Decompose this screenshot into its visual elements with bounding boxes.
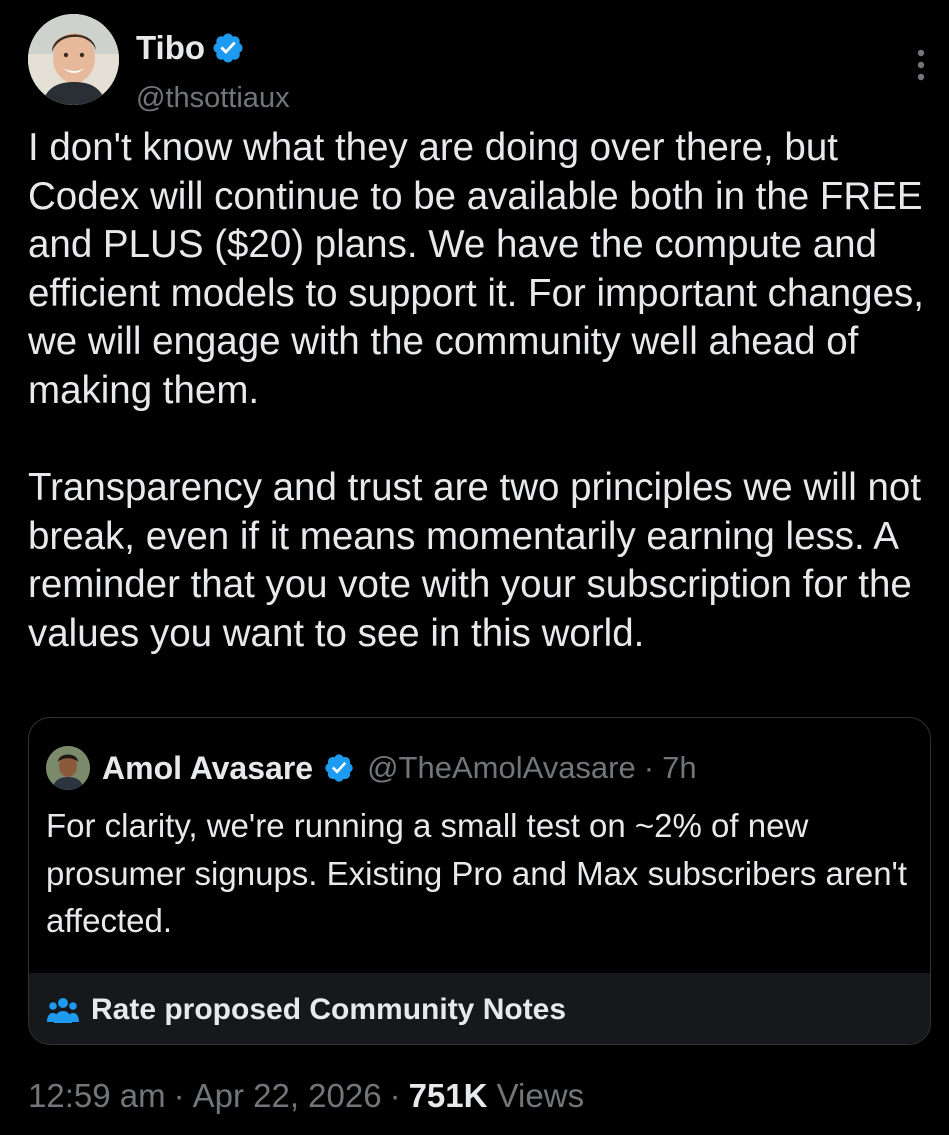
- separator-dot: ·: [173, 1077, 185, 1114]
- people-icon: [47, 996, 79, 1024]
- author-handle[interactable]: @thsottiaux: [136, 80, 290, 116]
- tweet-time[interactable]: 12:59 am: [28, 1077, 166, 1114]
- author-name-row: Tibo: [136, 28, 245, 68]
- more-options-icon[interactable]: [914, 46, 928, 86]
- community-notes-label: Rate proposed Community Notes: [91, 992, 567, 1026]
- separator-dot: ·: [643, 750, 655, 785]
- verified-badge-icon: [211, 31, 245, 65]
- quoted-tweet[interactable]: Amol Avasare @TheAmolAvasare · 7h For cl…: [28, 717, 931, 1045]
- quoted-tweet-time[interactable]: 7h: [662, 748, 696, 788]
- verified-badge-icon: [323, 752, 355, 784]
- author-name[interactable]: Tibo: [136, 28, 205, 68]
- community-notes-button[interactable]: Rate proposed Community Notes: [29, 973, 930, 1044]
- tweet-date[interactable]: Apr 22, 2026: [193, 1077, 382, 1114]
- tweet-meta: 12:59 am · Apr 22, 2026 · 751K Views: [28, 1076, 584, 1116]
- quoted-author-name[interactable]: Amol Avasare: [102, 748, 313, 788]
- tweet-paragraph: I don't know what they are doing over th…: [28, 126, 924, 412]
- separator-dot: ·: [389, 1077, 401, 1114]
- quoted-tweet-text: For clarity, we're running a small test …: [46, 807, 908, 939]
- tweet-header: Tibo @thsottiaux: [28, 14, 928, 114]
- tweet-text: I don't know what they are doing over th…: [28, 124, 933, 659]
- quoted-tweet-header: Amol Avasare @TheAmolAvasare · 7h: [46, 746, 697, 790]
- views-count[interactable]: 751K: [409, 1077, 488, 1114]
- quoted-author-handle[interactable]: @TheAmolAvasare: [367, 748, 636, 788]
- quoted-author-avatar[interactable]: [46, 746, 90, 790]
- tweet-paragraph: Transparency and trust are two principle…: [28, 466, 922, 655]
- views-label: Views: [496, 1077, 585, 1114]
- author-avatar[interactable]: [28, 14, 119, 105]
